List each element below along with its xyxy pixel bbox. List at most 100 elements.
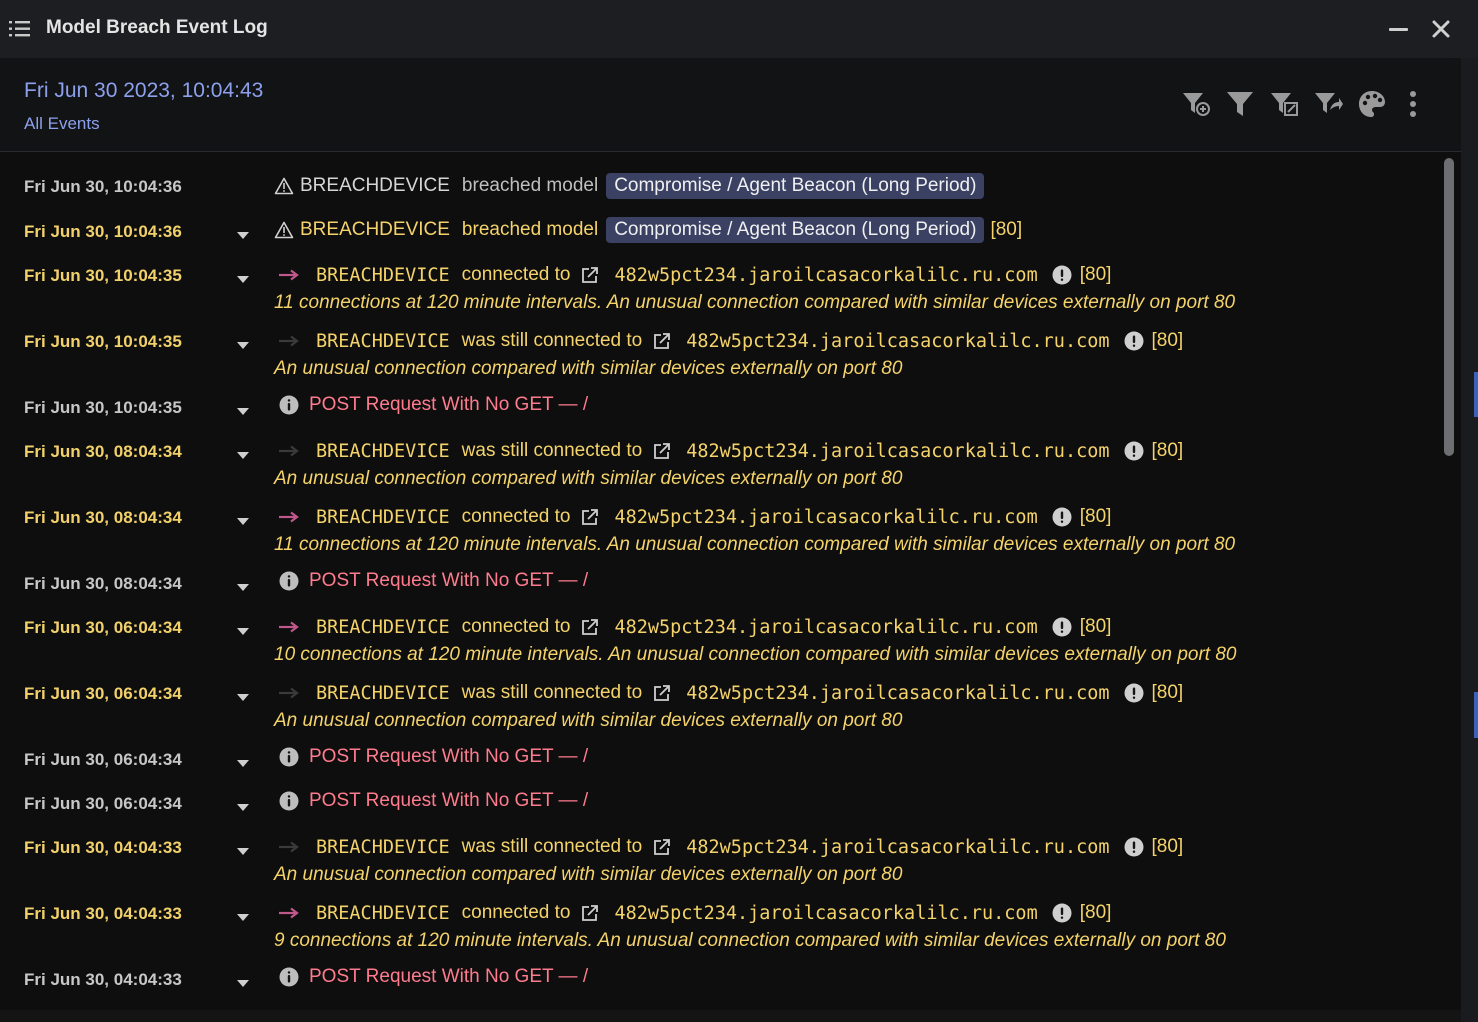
chevron-down-icon[interactable] (235, 230, 251, 240)
exclamation-circle-icon[interactable] (1124, 331, 1144, 351)
connection-verb: connected to (461, 506, 571, 527)
connection-verb: was still connected to (461, 836, 643, 857)
hostname[interactable]: 482w5pct234.jaroilcasacorkalilc.ru.com (686, 837, 1109, 858)
exclamation-circle-icon[interactable] (1124, 441, 1144, 461)
event-filter-label[interactable]: All Events (24, 114, 100, 134)
chevron-down-icon[interactable] (235, 340, 251, 350)
scrollbar-thumb[interactable] (1444, 158, 1454, 456)
hostname[interactable]: 482w5pct234.jaroilcasacorkalilc.ru.com (686, 331, 1109, 352)
post-request-text[interactable]: POST Request With No GET — / (309, 790, 588, 812)
external-link-icon[interactable] (652, 331, 672, 351)
hostname[interactable]: 482w5pct234.jaroilcasacorkalilc.ru.com (614, 507, 1037, 528)
connection-verb: connected to (461, 902, 571, 923)
chevron-down-icon[interactable] (235, 582, 251, 592)
breach-verb: breached model (461, 219, 599, 240)
port-tag: [80] (1151, 440, 1184, 461)
external-link-icon[interactable] (652, 441, 672, 461)
model-name-badge[interactable]: Compromise / Agent Beacon (Long Period) (606, 173, 985, 199)
event-timestamp: Fri Jun 30, 10:04:35 (24, 332, 182, 351)
device-name[interactable]: BREACHDEVICE (316, 441, 450, 462)
event-timestamp: Fri Jun 30, 10:04:36 (24, 177, 182, 196)
external-link-icon[interactable] (652, 837, 672, 857)
chevron-down-icon[interactable] (235, 450, 251, 460)
chevron-down-icon[interactable] (235, 692, 251, 702)
post-request-text[interactable]: POST Request With No GET — / (309, 394, 588, 416)
connection-verb: connected to (461, 264, 571, 285)
chevron-down-icon[interactable] (235, 978, 251, 988)
chevron-down-icon[interactable] (235, 758, 251, 768)
exclamation-circle-icon[interactable] (1124, 837, 1144, 857)
device-name[interactable]: BREACHDEVICE (300, 175, 450, 197)
model-name-badge[interactable]: Compromise / Agent Beacon (Long Period) (606, 217, 985, 243)
warning-icon (274, 221, 294, 239)
port-tag: [80] (1151, 836, 1184, 857)
port-tag: [80] (990, 219, 1023, 240)
event-timestamp: Fri Jun 30, 08:04:34 (24, 508, 182, 527)
device-name[interactable]: BREACHDEVICE (316, 903, 450, 924)
exclamation-circle-icon[interactable] (1052, 507, 1072, 527)
background-panel-marker (1474, 372, 1478, 417)
filter-share-icon[interactable] (1312, 88, 1344, 120)
chevron-down-icon[interactable] (235, 802, 251, 812)
connection-line: BREACHDEVICE connected to 482w5pct234.ja… (274, 612, 1111, 642)
exclamation-circle-icon[interactable] (1052, 265, 1072, 285)
hostname[interactable]: 482w5pct234.jaroilcasacorkalilc.ru.com (614, 903, 1037, 924)
post-request-text[interactable]: POST Request With No GET — / (309, 570, 588, 592)
arrow-right-icon (279, 621, 299, 633)
hostname[interactable]: 482w5pct234.jaroilcasacorkalilc.ru.com (686, 683, 1109, 704)
hostname[interactable]: 482w5pct234.jaroilcasacorkalilc.ru.com (614, 265, 1037, 286)
background-panel-marker (1474, 692, 1478, 738)
hostname[interactable]: 482w5pct234.jaroilcasacorkalilc.ru.com (614, 617, 1037, 638)
connection-line: BREACHDEVICE connected to 482w5pct234.ja… (274, 260, 1111, 290)
external-link-icon[interactable] (580, 507, 600, 527)
title-bar: Model Breach Event Log (0, 0, 1478, 58)
post-line: POST Request With No GET — / (274, 390, 588, 420)
chevron-down-icon[interactable] (235, 406, 251, 416)
post-request-text[interactable]: POST Request With No GET — / (309, 746, 588, 768)
minimize-icon[interactable] (1386, 16, 1412, 42)
chevron-down-icon[interactable] (235, 274, 251, 284)
list-menu-icon[interactable] (8, 18, 32, 40)
hostname[interactable]: 482w5pct234.jaroilcasacorkalilc.ru.com (686, 441, 1109, 462)
device-name[interactable]: BREACHDEVICE (316, 683, 450, 704)
external-link-icon[interactable] (580, 617, 600, 637)
device-name[interactable]: BREACHDEVICE (316, 265, 450, 286)
device-name[interactable]: BREACHDEVICE (316, 617, 450, 638)
event-description: 11 connections at 120 minute intervals. … (274, 292, 1236, 313)
device-name[interactable]: BREACHDEVICE (316, 837, 450, 858)
port-tag: [80] (1079, 902, 1112, 923)
device-name[interactable]: BREACHDEVICE (316, 331, 450, 352)
exclamation-circle-icon[interactable] (1052, 617, 1072, 637)
event-description: 11 connections at 120 minute intervals. … (274, 534, 1236, 555)
event-timestamp: Fri Jun 30, 04:04:33 (24, 904, 182, 923)
port-tag: [80] (1079, 264, 1112, 285)
chevron-down-icon[interactable] (235, 912, 251, 922)
device-name[interactable]: BREACHDEVICE (316, 507, 450, 528)
filter-edit-icon[interactable] (1268, 88, 1300, 120)
event-description: An unusual connection compared with simi… (274, 358, 903, 379)
chevron-down-icon[interactable] (235, 626, 251, 636)
device-name[interactable]: BREACHDEVICE (300, 219, 450, 241)
warning-icon (274, 177, 294, 195)
exclamation-circle-icon[interactable] (1124, 683, 1144, 703)
log-header: Fri Jun 30 2023, 10:04:43 All Events (0, 58, 1461, 152)
external-link-icon[interactable] (580, 903, 600, 923)
filter-add-icon[interactable] (1180, 88, 1212, 120)
event-description: An unusual connection compared with simi… (274, 864, 903, 885)
chevron-down-icon[interactable] (235, 846, 251, 856)
filter-icon[interactable] (1224, 88, 1256, 120)
more-vertical-icon[interactable] (1400, 88, 1432, 120)
connection-line: BREACHDEVICE was still connected to 482w… (274, 678, 1183, 708)
post-request-text[interactable]: POST Request With No GET — / (309, 966, 588, 988)
external-link-icon[interactable] (580, 265, 600, 285)
arrow-right-icon (279, 335, 299, 347)
exclamation-circle-icon[interactable] (1052, 903, 1072, 923)
post-line: POST Request With No GET — / (274, 742, 588, 772)
chevron-down-icon[interactable] (235, 516, 251, 526)
palette-icon[interactable] (1356, 88, 1388, 120)
arrow-right-icon (279, 511, 299, 523)
close-icon[interactable] (1428, 16, 1454, 42)
post-line: POST Request With No GET — / (274, 962, 588, 992)
external-link-icon[interactable] (652, 683, 672, 703)
event-description: An unusual connection compared with simi… (274, 710, 903, 731)
